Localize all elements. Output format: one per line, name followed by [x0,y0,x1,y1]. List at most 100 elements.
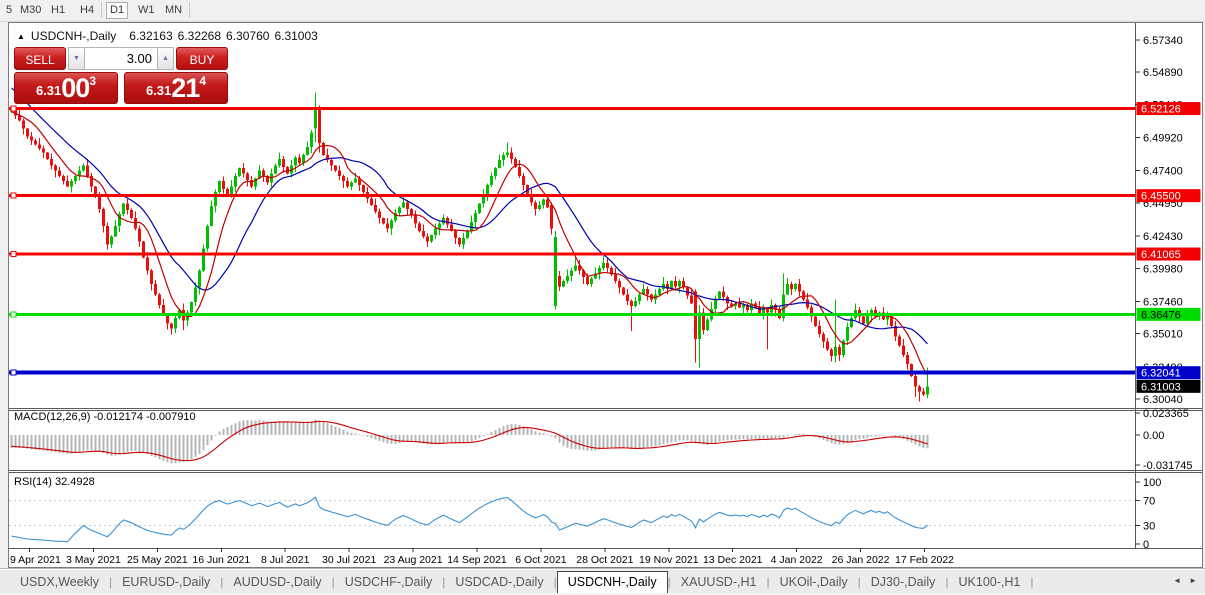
macd-signal-line [11,420,928,462]
tab-scroll-left-icon[interactable]: ◄ [1173,576,1181,585]
candle-up [234,175,237,187]
tab-uk100-h1[interactable]: UK100-,H1 [949,571,1031,594]
candle-down [406,202,409,209]
candle-down [298,157,301,163]
candle-up [846,327,849,341]
line-handle[interactable] [10,251,17,258]
application-window: 5M30H1 H4 D1 W1MN 6.573406.548906.524406.49… [0,0,1205,595]
date-label: 19 Nov 2021 [639,554,699,566]
tab-ukoil-daily[interactable]: UKOil-,Daily [770,571,858,594]
candle-up [786,283,789,295]
candle-down [830,349,833,357]
candle-down [62,175,65,182]
candle-up [114,225,117,237]
volume-input[interactable] [85,47,157,70]
candle-down [422,231,425,237]
candle-down [26,128,29,137]
timeframe-button-5[interactable]: 5 [2,2,16,19]
sell-price-panel[interactable]: 6.31 00 3 [14,72,118,104]
date-label: 30 Jul 2021 [322,554,376,566]
candle-down [42,148,45,153]
chart-window: 6.573406.548906.524406.499206.474006.449… [8,22,1203,568]
sell-button[interactable]: SELL [14,47,66,70]
candle-down [338,170,341,176]
tab-dj30-daily[interactable]: DJ30-,Daily [861,571,946,594]
candle-down [86,165,89,176]
tab-scroll-right-icon[interactable]: ► [1189,576,1197,585]
candle-up [350,182,353,187]
candle-down [630,300,633,307]
candle-down [330,160,333,166]
candle-down [154,283,157,295]
candle-down [50,158,53,166]
collapse-arrow-icon[interactable]: ▲ [17,32,25,41]
candle-up [310,132,313,148]
tab-usdchf-daily[interactable]: USDCHF-,Daily [335,571,443,594]
rsi-tick-label: 100 [1143,477,1161,489]
candle-up [194,287,197,303]
moving-average-line[interactable] [11,87,928,345]
candle-down [286,166,289,174]
price-tick-label: 6.42430 [1143,231,1183,243]
tab-eurusd-daily[interactable]: EURUSD-,Daily [112,571,220,594]
candle-up [834,346,837,357]
candle-down [838,346,841,355]
candle-down [818,325,821,334]
line-handle[interactable] [10,105,17,112]
line-handle[interactable] [10,192,17,199]
buy-button[interactable]: BUY [176,47,228,70]
candle-up [474,212,477,222]
candle-up [486,185,489,195]
tab-usdcnh-daily[interactable]: USDCNH-,Daily [556,570,668,594]
rsi-tick-label: 30 [1143,520,1155,532]
candle-up [850,317,853,328]
candle-down [222,181,225,190]
timeframe-button-h4[interactable]: H4 [76,2,98,19]
candle-down [106,225,109,245]
buy-price-stem: 6.31 [145,83,172,98]
tab-usdcad-daily[interactable]: USDCAD-,Daily [445,571,553,594]
moving-average-line[interactable] [11,111,929,376]
timeframe-button-w1[interactable]: W1 [134,2,159,19]
candle-down [906,354,909,365]
candle-down [918,386,921,392]
tab-audusd-daily[interactable]: AUDUSD-,Daily [223,571,331,594]
line-handle[interactable] [10,369,17,376]
candle-down [646,289,649,295]
buy-price-panel[interactable]: 6.31 21 4 [124,72,228,104]
tab-usdx-weekly[interactable]: USDX,Weekly [10,571,109,594]
buy-price-big: 21 [171,73,200,103]
candle-up [574,265,577,271]
price-badge-label: 6.52126 [1141,104,1181,116]
candle-down [34,140,37,145]
candle-down [58,170,61,176]
macd-tick-label: -0.031745 [1143,460,1193,472]
price-badge-label: 6.32041 [1141,368,1181,380]
candle-down [826,341,829,350]
tab-xauusd-h1[interactable]: XAUUSD-,H1 [671,571,767,594]
candle-down [362,185,365,192]
candle-down [414,215,417,224]
timeframe-button-m30[interactable]: M30 [16,2,45,19]
candle-down [22,120,25,129]
candle-down [382,218,385,224]
volume-decrease-button[interactable]: ▼ [68,47,85,70]
timeframe-button-d1[interactable]: D1 [106,2,129,19]
ohlc-low: 6.30760 [226,29,270,43]
date-label: 17 Feb 2022 [895,554,954,566]
rsi-tick-label: 70 [1143,496,1155,508]
candle-up [306,147,309,155]
candle-down [150,270,153,284]
trade-controls-row: SELL ▼ ▲ BUY [14,47,228,70]
candle-down [146,257,149,271]
candle-down [522,175,525,186]
moving-averages-layer [11,87,929,376]
candle-down [862,316,865,324]
line-handle[interactable] [10,311,17,318]
timeframe-button-h1[interactable]: H1 [47,2,69,19]
ohlc-close: 6.31003 [274,29,318,43]
candle-up [202,248,205,271]
timeframe-button-mn[interactable]: MN [161,2,186,19]
price-badge-label: 6.41065 [1141,249,1181,261]
volume-increase-button[interactable]: ▲ [157,47,174,70]
